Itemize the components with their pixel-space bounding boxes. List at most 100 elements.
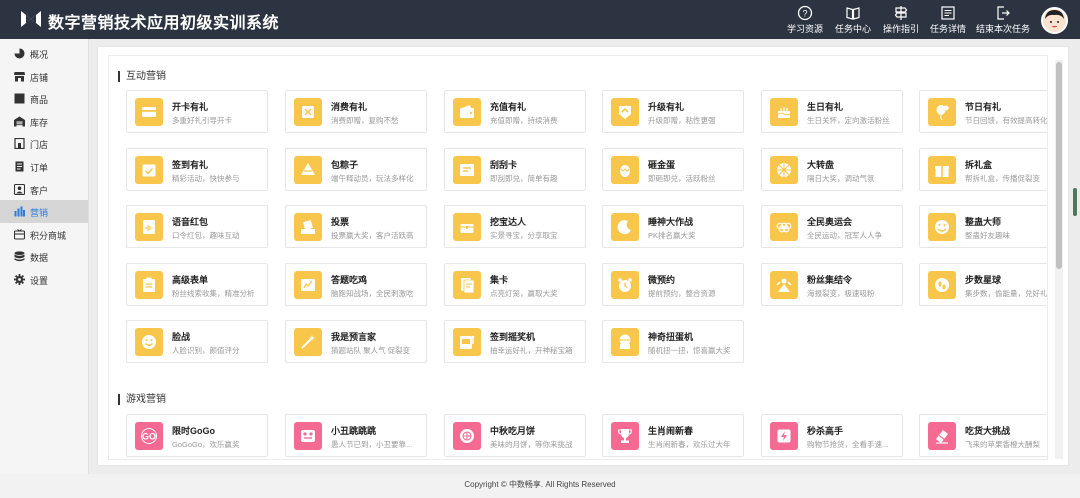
card-title: 消费有礼 (331, 102, 368, 112)
sidebar-item-shop[interactable]: 门店 (0, 132, 88, 155)
marketing-card[interactable]: 睡神大作战 PK排名赢大奖 (602, 205, 744, 248)
svg-text:GO: GO (142, 432, 156, 442)
marketing-card[interactable]: 秒杀高手购物节抢货，全看手速... (761, 414, 903, 457)
footer: Copyright © 中数畅享. All Rights Reserved (0, 474, 1080, 498)
marketing-card[interactable]: 砸金蛋 即砸即兑，活跃粉丝 (602, 147, 744, 191)
marketing-card[interactable]: 挖宝达人 实景寻宝，分享取宝 (444, 205, 586, 248)
sidebar-item-settings[interactable]: 设置 (0, 268, 88, 291)
marketing-card[interactable]: 答题吃鸡 脑跑知战场，全民刺激吃 (285, 262, 427, 306)
pie-chart-icon (14, 48, 25, 59)
sidebar-item-inventory[interactable]: 库存 (0, 110, 88, 133)
sidebar-item-points-mall[interactable]: 积分商城 (0, 223, 88, 246)
marketing-card[interactable]: 投票 投票赢大奖，客户活跃高 (285, 205, 427, 248)
card-description: 随机扭一扭，惊喜赢大奖 (648, 346, 731, 355)
card-description: 多重好礼引导开卡 (172, 116, 232, 125)
vertical-scrollbar[interactable] (1055, 60, 1063, 459)
sidebar-item-overview[interactable]: 概况 (0, 42, 88, 65)
user-avatar[interactable] (1041, 7, 1068, 34)
marketing-card[interactable]: 小丑跳跳跳 愚人节已到，小丑要靠... (285, 414, 427, 457)
sidebar-item-store[interactable]: 店铺 (0, 65, 88, 88)
sidebar-item-data[interactable]: 数据 (0, 245, 88, 268)
card-title: 整蛊大师 (965, 217, 1002, 227)
sidebar-item-orders[interactable]: 订单 (0, 155, 88, 178)
alarm-clock-icon (611, 270, 639, 299)
marketing-card[interactable]: 升级有礼 升级即赠，粘性更强 (602, 90, 744, 133)
marketing-card[interactable]: 步数星球 集步数，偷能量，兑好礼 (919, 262, 1047, 306)
card-description: 帮拆礼盒，传播促裂变 (965, 173, 1040, 183)
card-title: 步数星球 (965, 274, 1002, 285)
trophy-icon (611, 422, 639, 450)
section-title-interactive: 互动营销 (118, 71, 166, 82)
marketing-card[interactable]: 消费有礼消费即赠，复购不愁 (285, 90, 427, 133)
card-description: 愚人节已到，小丑要靠... (331, 440, 413, 449)
section-title-games: 游戏营销 (118, 394, 166, 405)
olympic-rings-icon (770, 213, 798, 241)
scrollbar-thumb[interactable] (1056, 62, 1062, 269)
avatar-face-icon (1045, 10, 1064, 28)
exit-icon (997, 6, 1010, 20)
card-description: 猜题站队 聚人气 促裂变 (331, 346, 411, 355)
sidebar-item-products[interactable]: 商品 (0, 87, 88, 110)
gear-icon (14, 273, 25, 285)
zongzi-icon (294, 155, 322, 184)
sidebar-item-customers[interactable]: 客户 (0, 178, 88, 201)
eraser-icon (928, 422, 956, 450)
card-title: 节日有礼 (965, 102, 1002, 112)
marketing-card[interactable]: 高级表单粉丝线索收集，精准分析 (126, 262, 268, 306)
card-title: 秒杀高手 (807, 426, 844, 436)
marketing-card[interactable]: 我是预言家 猜题站队 聚人气 促裂变 (285, 320, 427, 363)
card-title: 中秋吃月饼 (490, 426, 536, 436)
edge-marker (1073, 188, 1077, 216)
marketing-card[interactable]: 拆礼盒 帮拆礼盒，传播促裂变 (919, 147, 1047, 191)
treasure-icon (453, 213, 481, 241)
card-title: 大转盘 (807, 159, 835, 170)
marketing-card[interactable]: 生日有礼生日关怀，定向激活粉丝 (761, 90, 903, 133)
marketing-card[interactable]: 语音红包 口令红包，趣味互动 (126, 205, 268, 248)
marketing-card[interactable]: 节日有礼 节日回馈，有效提高转化 (919, 90, 1047, 133)
card-description: 口令红包，趣味互动 (172, 231, 240, 240)
marketing-card[interactable]: 脸战 人脸识别，颜值评分 (126, 320, 268, 363)
marketing-card[interactable]: 开卡有礼多重好礼引导开卡 (126, 90, 268, 133)
card-title: 生日有礼 (807, 102, 844, 112)
card-collect-icon (453, 270, 481, 299)
card-description: 消费即赠，复购不愁 (331, 116, 399, 125)
app-title: 数字营销技术应用初级实训系统 (48, 15, 280, 32)
card-title: 粉丝集结令 (807, 274, 853, 285)
wheel-icon (770, 155, 798, 184)
marketing-card[interactable]: 全民奥运会 全民运动，冠军人人争 (761, 205, 903, 248)
card-description: 即砸即兑，活跃粉丝 (648, 173, 716, 183)
gift-box-icon (928, 155, 956, 184)
card-description: 购物节抢货，全看手速... (807, 440, 889, 449)
marketing-card[interactable]: GO 限时GoGo GoGoGo，欢乐赢奖 (126, 414, 268, 457)
marketing-card[interactable]: 粉丝集结令 海报裂变，极速吸粉 (761, 262, 903, 306)
sidebar-item-marketing[interactable]: 营销 (0, 200, 88, 223)
task-details-button[interactable]: 任务详情 (920, 4, 976, 36)
card-title: 开卡有礼 (172, 102, 209, 112)
card-description: 粉丝线索收集，精准分析 (172, 288, 255, 298)
card-description: 点亮灯笼，赢取大奖 (490, 288, 558, 298)
marketing-card[interactable]: 签到摇奖机 抽幸运好礼，开神秘宝箱 (444, 320, 586, 363)
marketing-card[interactable]: 包粽子 端午释动员，玩法多样化 (285, 147, 427, 191)
card-title: 高级表单 (172, 274, 209, 285)
marketing-card[interactable]: 签到有礼 精彩活动，快快参与 (126, 147, 268, 191)
marketing-card[interactable]: 整蛊大师 整蛊好友趣味 (919, 205, 1047, 248)
marketing-card[interactable]: 生肖闹新春 生肖闹新春，欢乐过大年 (602, 414, 744, 457)
marketing-card[interactable]: 微预约 提前预约，整合资源 (602, 262, 744, 306)
card-description: 抽幸运好礼，开神秘宝箱 (490, 346, 573, 355)
marketing-card[interactable]: 集卡 点亮灯笼，赢取大奖 (444, 262, 586, 306)
card-description: 充值即赠，持续消费 (490, 116, 558, 125)
marketing-card[interactable]: 神奇扭蛋机 随机扭一扭，惊喜赢大奖 (602, 320, 744, 363)
marketing-card[interactable]: 大转盘 隔日大奖，调动气氛 (761, 147, 903, 191)
card-title: 签到有礼 (172, 159, 209, 170)
signpost-icon (894, 6, 908, 20)
marketing-card[interactable]: 充值有礼 充值即赠，持续消费 (444, 90, 586, 133)
marketing-card[interactable]: 中秋吃月饼美味的月饼，等你来挑战 (444, 414, 586, 457)
marketing-card[interactable]: 刮刮卡 即刮即兑，简单有趣 (444, 147, 586, 191)
card-title: 睡神大作战 (648, 217, 694, 227)
card-description: 生日关怀，定向激活粉丝 (807, 116, 890, 125)
card-description: 美味的月饼，等你来挑战 (490, 440, 573, 449)
marketing-card[interactable]: 吃货大挑战 飞来的苹果香橙大酬梨 (919, 414, 1047, 457)
end-task-button[interactable]: 结束本次任务 (975, 4, 1031, 36)
product-icon (14, 93, 25, 104)
card-description: 端午释动员，玩法多样化 (331, 173, 414, 183)
